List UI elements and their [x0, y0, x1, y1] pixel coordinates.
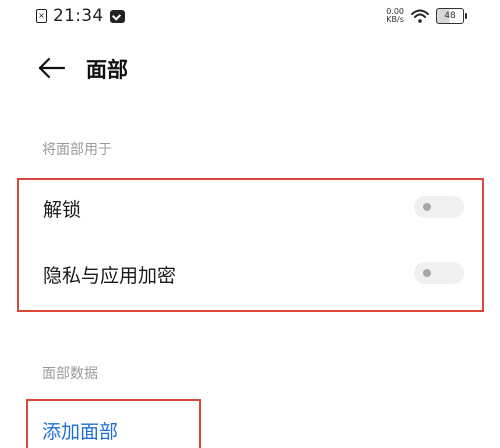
add-face-button[interactable]: 添加面部	[26, 399, 201, 448]
status-bar: × 21:34 0.00 KB/s 48	[0, 0, 500, 34]
network-speed-unit: KB/s	[386, 15, 404, 24]
page-title: 面部	[86, 58, 128, 82]
face-settings-screen: × 21:34 0.00 KB/s 48 面部 将面部用于 解锁 隐私与应用加密…	[0, 0, 500, 448]
battery-icon: 48	[436, 8, 467, 24]
back-button[interactable]	[36, 54, 68, 82]
section-label-usage: 将面部用于	[42, 142, 112, 158]
unlock-label: 解锁	[43, 199, 82, 221]
status-time: 21:34	[53, 6, 104, 26]
sim-card-icon: ×	[36, 9, 47, 23]
unlock-toggle[interactable]	[414, 196, 464, 218]
toggle-knob	[423, 269, 431, 277]
status-bar-right: 0.00 KB/s 48	[386, 8, 467, 24]
toggle-knob	[423, 203, 431, 211]
section-label-face-data: 面部数据	[42, 366, 98, 382]
network-speed: 0.00 KB/s	[386, 8, 404, 24]
wifi-icon	[411, 9, 429, 23]
unlock-row[interactable]: 解锁	[19, 180, 486, 240]
arrow-left-icon	[38, 57, 66, 79]
add-face-label: 添加面部	[42, 421, 119, 443]
privacy-app-encryption-label: 隐私与应用加密	[43, 265, 177, 287]
message-notification-icon	[109, 9, 125, 23]
page-header: 面部	[0, 48, 500, 88]
privacy-app-encryption-row[interactable]: 隐私与应用加密	[19, 246, 486, 306]
status-bar-left: × 21:34	[36, 6, 125, 26]
privacy-app-encryption-toggle[interactable]	[414, 262, 464, 284]
face-usage-group: 解锁 隐私与应用加密	[17, 178, 484, 312]
